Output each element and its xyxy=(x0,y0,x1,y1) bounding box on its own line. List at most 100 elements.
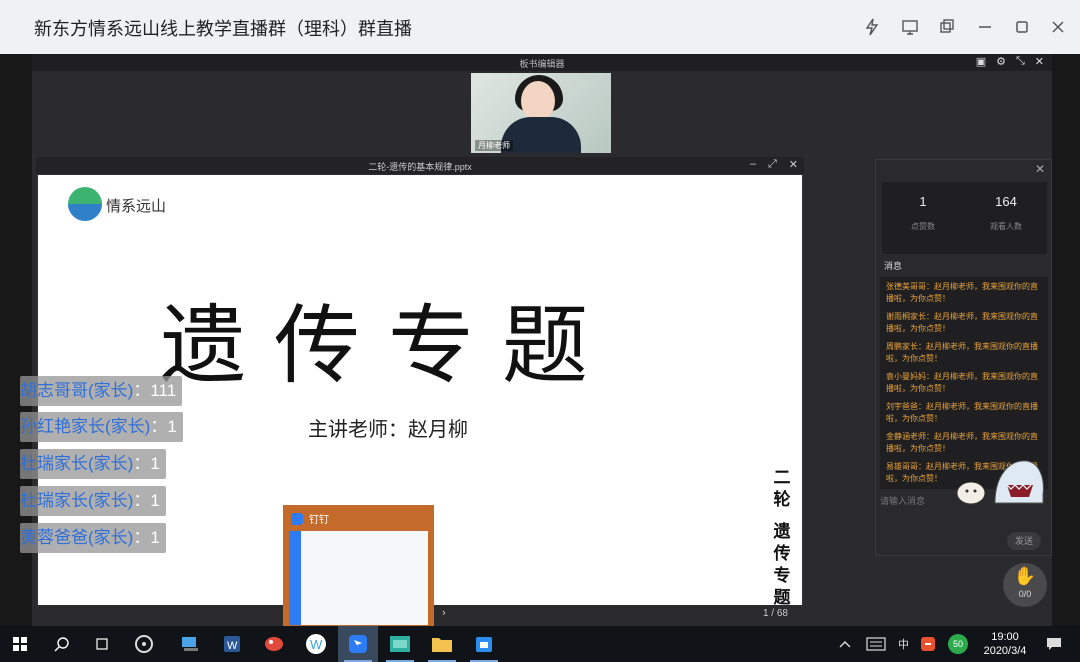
search-icon[interactable] xyxy=(42,626,82,662)
preview-sidebar xyxy=(289,531,301,625)
danmaku-name: 黄蓉爸爸(家长) xyxy=(20,528,134,547)
danmaku-name: 胡志哥哥(家长) xyxy=(20,381,134,400)
preview-app-name: 钉钉 xyxy=(309,515,329,526)
badge-count: 50 xyxy=(948,634,968,654)
vertical-char: 专 xyxy=(773,566,791,585)
next-page-icon[interactable]: › xyxy=(442,607,446,619)
word-icon[interactable]: W xyxy=(212,626,252,662)
preview-header: 钉钉 xyxy=(291,511,329,526)
security-icon[interactable] xyxy=(920,626,936,662)
danmaku-value: ：1 xyxy=(133,491,160,510)
slide-close-icon[interactable]: ✕ xyxy=(789,158,798,171)
slide-vertical-topic: 遗 传 专 题 xyxy=(770,521,794,609)
viewers-count: 164 xyxy=(995,194,1017,209)
logo-icon xyxy=(68,187,102,221)
message-item: 张德美哥哥：赵月柳老师，我来围观你的直播啦，为你点赞！ xyxy=(886,282,1038,303)
stats-box: 1 点赞数 164 观看人数 xyxy=(882,182,1047,254)
flash-icon[interactable] xyxy=(857,12,887,42)
keyboard-icon[interactable] xyxy=(866,626,886,662)
slide-expand-icon[interactable]: ⤢ xyxy=(768,158,777,171)
message-item: 周鹏家长：赵月柳老师，我来围观你的直播啦，为你点赞！ xyxy=(886,342,1038,363)
danmaku-value: ：1 xyxy=(150,417,177,436)
editor-header: 板书编辑器 ▣ ⚙ ⤡ ✕ xyxy=(32,54,1052,71)
danmaku-item: 孙红艳家长(家长)：1 xyxy=(20,412,183,442)
danmaku-item: 杜瑞家长(家长)：1 xyxy=(20,486,166,516)
close-icon[interactable] xyxy=(1043,12,1073,42)
maximize-icon[interactable] xyxy=(1007,12,1037,42)
w-app-icon[interactable]: W xyxy=(296,626,336,662)
slide-header: 二轮-遗传的基本规律.pptx – ⤢ ✕ xyxy=(36,157,804,174)
clock-date: 2020/3/4 xyxy=(983,645,1027,657)
vertical-char: 轮 xyxy=(773,490,791,509)
logo-text: 情系远山 xyxy=(106,197,167,215)
settings-icon[interactable]: ⚙ xyxy=(996,55,1006,68)
danmaku-name: 杜瑞家长(家长) xyxy=(20,454,134,473)
taskbar: W W 中 50 19:00 2020/3/4 xyxy=(0,626,1080,662)
send-button[interactable]: 发送 xyxy=(1007,532,1041,550)
slide-vertical-round: 二 轮 xyxy=(770,467,794,511)
danmaku-item: 杜瑞家长(家长)：1 xyxy=(20,449,166,479)
svg-text:W: W xyxy=(227,640,238,652)
editor-title: 板书编辑器 xyxy=(519,59,565,69)
camera-body xyxy=(501,117,581,153)
folder-icon[interactable] xyxy=(422,626,462,662)
taskbar-preview[interactable]: 钉钉 xyxy=(283,505,434,628)
dingtalk-taskbar-icon[interactable] xyxy=(338,626,378,662)
paint-app-icon[interactable] xyxy=(254,626,294,662)
preview-thumbnail xyxy=(289,531,428,625)
calendar-app-icon[interactable] xyxy=(464,626,504,662)
hand-icon: ✋ xyxy=(1013,566,1037,586)
danmaku-name: 孙红艳家长(家长) xyxy=(20,417,151,436)
screen-app-icon[interactable] xyxy=(380,626,420,662)
teacher-camera[interactable]: 月柳老师 xyxy=(471,73,611,153)
pc-app-icon[interactable] xyxy=(170,626,210,662)
screen-share-icon[interactable] xyxy=(895,12,925,42)
clock[interactable]: 19:00 2020/3/4 xyxy=(976,630,1034,658)
page-indicator: 1 / 68 xyxy=(762,608,788,619)
clock-time: 19:00 xyxy=(991,631,1019,643)
message-item: 刘宇爸爸：赵月柳老师，我来围观你的直播啦，为你点赞！ xyxy=(886,402,1038,423)
badge-icon[interactable]: 50 xyxy=(948,626,968,662)
danmaku-value: ：1 xyxy=(133,528,160,547)
start-icon[interactable] xyxy=(0,626,40,662)
message-item: 袁小曼妈妈：赵月柳老师，我来围观你的直播啦，为你点赞！ xyxy=(886,372,1038,393)
shrink-icon[interactable]: ⤡ xyxy=(1016,55,1025,68)
vertical-char: 二 xyxy=(773,468,791,487)
notification-icon[interactable] xyxy=(1046,626,1062,662)
shark-sticker xyxy=(956,460,1044,505)
vertical-char: 传 xyxy=(773,544,791,563)
danmaku-item: 胡志哥哥(家长)：111 xyxy=(20,376,183,406)
chat-close-icon[interactable]: ✕ xyxy=(1035,162,1045,176)
viewers-label: 观看人数 xyxy=(990,222,1022,231)
record-icon[interactable]: ▣ xyxy=(976,55,986,68)
vertical-char: 遗 xyxy=(773,522,791,541)
slide-minimize-icon[interactable]: – xyxy=(750,158,756,171)
likes-stat: 1 点赞数 xyxy=(882,194,964,232)
camera-face xyxy=(521,81,555,121)
task-view-icon[interactable] xyxy=(82,626,122,662)
svg-text:W: W xyxy=(310,637,323,652)
ime-indicator[interactable]: 中 xyxy=(898,626,909,662)
minimize-icon[interactable] xyxy=(970,12,1000,42)
message-item: 金静涵老师：赵月柳老师，我来围观你的直播啦，为你点赞！ xyxy=(886,432,1038,453)
chat-input[interactable]: 请输入消息 xyxy=(880,494,925,507)
messages-title: 消息 xyxy=(884,261,903,271)
danmaku-item: 黄蓉爸爸(家长)：1 xyxy=(20,523,166,553)
slide-filename: 二轮-遗传的基本规律.pptx xyxy=(368,162,472,172)
logo: 情系远山 xyxy=(68,187,178,223)
camera-label: 月柳老师 xyxy=(475,140,513,151)
raise-hand-button[interactable]: ✋ 0/0 xyxy=(1003,563,1047,607)
title-bar: 新东方情系远山线上教学直播群（理科）群直播 xyxy=(0,0,1080,54)
editor-close-icon[interactable]: ✕ xyxy=(1035,55,1044,68)
likes-label: 点赞数 xyxy=(911,222,935,231)
window-title: 新东方情系远山线上教学直播群（理科）群直播 xyxy=(34,19,412,39)
dingtalk-icon xyxy=(291,512,303,525)
viewers-stat: 164 观看人数 xyxy=(965,194,1047,232)
tray-chevron-icon[interactable] xyxy=(838,626,852,662)
danmaku-name: 杜瑞家长(家长) xyxy=(20,491,134,510)
likes-count: 1 xyxy=(919,194,927,209)
multi-window-icon[interactable] xyxy=(932,12,962,42)
fan-app-icon[interactable] xyxy=(124,626,164,662)
danmaku-value: ：111 xyxy=(133,381,177,400)
message-item: 谢雨桐家长：赵月柳老师，我来围观你的直播啦，为你点赞！ xyxy=(886,312,1038,333)
